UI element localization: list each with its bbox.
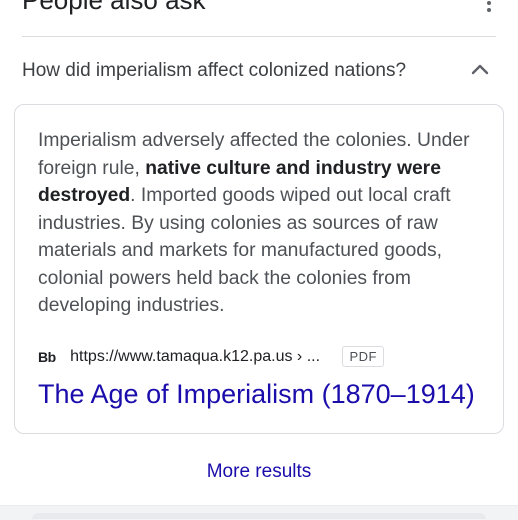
- more-results-button[interactable]: More results: [0, 460, 518, 484]
- people-also-ask-title: People also ask: [22, 0, 206, 15]
- result-title-link[interactable]: The Age of Imperialism (1870–1914): [38, 377, 475, 411]
- chevron-up-icon[interactable]: [470, 62, 490, 76]
- question-row[interactable]: How did imperialism affect colonized nat…: [0, 37, 518, 105]
- source-row[interactable]: Bb https://www.tamaqua.k12.pa.us › ... P…: [38, 346, 384, 370]
- answer-snippet: Imperialism adversely affected the colon…: [38, 127, 483, 320]
- question-text: How did imperialism affect colonized nat…: [22, 60, 407, 81]
- answer-card: Imperialism adversely affected the colon…: [14, 104, 504, 434]
- next-card-edge: [32, 513, 486, 519]
- pdf-badge: PDF: [342, 346, 384, 367]
- source-url[interactable]: https://www.tamaqua.k12.pa.us › ...: [70, 348, 320, 366]
- more-vert-icon[interactable]: [486, 0, 492, 12]
- site-favicon: Bb: [38, 348, 56, 365]
